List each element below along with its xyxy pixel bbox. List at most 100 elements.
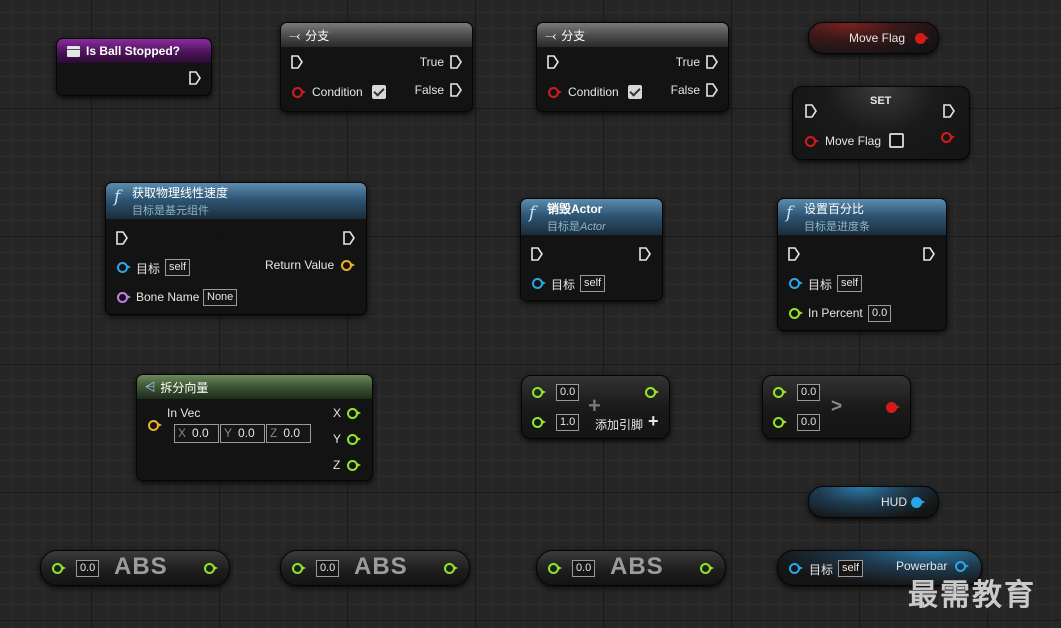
target-value[interactable]: self xyxy=(165,259,191,276)
exec-in-pin[interactable] xyxy=(531,247,543,261)
target-value[interactable]: self xyxy=(837,275,863,292)
break-vector-node[interactable]: ⩤ 拆分向量 In Vec X 0.0 Y 0.0 Z 0.0 X Y Z xyxy=(136,374,373,481)
in-pin[interactable] xyxy=(292,563,306,574)
exec-out-pin[interactable] xyxy=(923,247,935,261)
abs-node-1[interactable]: 0.0 ABS xyxy=(40,550,230,586)
move-flag-checkbox[interactable] xyxy=(889,133,904,148)
get-physics-linear-velocity-node[interactable]: f 获取物理线性速度 目标是基元组件 目标 self Return Value … xyxy=(105,182,367,315)
move-flag-out-pin[interactable] xyxy=(915,33,929,44)
bone-name-label: Bone Name xyxy=(136,290,200,304)
function-icon: f xyxy=(786,203,793,223)
b-value[interactable]: 1.0 xyxy=(556,414,580,431)
in-percent-label: In Percent xyxy=(808,306,863,320)
target-pin[interactable] xyxy=(117,262,131,273)
in-vec-pin[interactable] xyxy=(148,420,162,431)
exec-out-pin[interactable] xyxy=(639,247,651,261)
out-z-pin[interactable] xyxy=(347,460,361,471)
target-value[interactable]: self xyxy=(580,275,606,292)
node-header: ⩤ 拆分向量 xyxy=(137,375,372,399)
condition-checkbox[interactable] xyxy=(372,85,386,99)
target-pin[interactable] xyxy=(789,278,803,289)
greater-operator-icon: > xyxy=(831,396,843,417)
hud-get-node[interactable]: HUD xyxy=(808,486,939,518)
target-pin[interactable] xyxy=(532,278,546,289)
in-pin[interactable] xyxy=(52,563,66,574)
var-label: Move Flag xyxy=(825,134,882,148)
result-pin[interactable] xyxy=(645,387,659,398)
exec-in-pin[interactable] xyxy=(291,55,303,69)
set-percent-node[interactable]: f 设置百分比 目标是进度条 目标 self In Percent 0.0 xyxy=(777,198,947,331)
b-value[interactable]: 0.0 xyxy=(797,414,821,431)
hud-out-pin[interactable] xyxy=(911,497,925,508)
a-value[interactable]: 0.0 xyxy=(797,384,821,401)
exec-in-pin[interactable] xyxy=(116,231,128,245)
return-value-pin[interactable] xyxy=(341,260,355,271)
exec-in-pin[interactable] xyxy=(805,104,817,118)
abs-node-3[interactable]: 0.0 ABS xyxy=(536,550,726,586)
condition-pin[interactable] xyxy=(292,87,306,98)
result-pin[interactable] xyxy=(886,402,900,413)
exec-out-pin[interactable] xyxy=(189,71,201,85)
out-y-pin[interactable] xyxy=(347,434,361,445)
destroy-actor-node[interactable]: f 销毁Actor 目标是Actor 目标 self xyxy=(520,198,663,301)
abs-node-2[interactable]: 0.0 ABS xyxy=(280,550,470,586)
a-value[interactable]: 0.0 xyxy=(556,384,580,401)
in-value[interactable]: 0.0 xyxy=(76,560,100,577)
out-y-label: Y xyxy=(333,432,342,446)
bone-name-pin[interactable] xyxy=(117,292,131,303)
out-pin[interactable] xyxy=(700,563,714,574)
x-field[interactable]: X 0.0 xyxy=(174,424,219,443)
node-header: f 销毁Actor 目标是Actor xyxy=(521,199,662,235)
condition-pin[interactable] xyxy=(548,87,562,98)
bone-name-value[interactable]: None xyxy=(203,289,238,306)
in-pin[interactable] xyxy=(548,563,562,574)
exec-true-pin[interactable] xyxy=(706,55,718,69)
condition-label: Condition xyxy=(312,85,363,99)
a-pin[interactable] xyxy=(773,387,787,398)
exec-in-pin[interactable] xyxy=(788,247,800,261)
node-title: 销毁Actor xyxy=(547,202,603,216)
exec-true-pin[interactable] xyxy=(450,55,462,69)
branch-node-1[interactable]: ⤙ 分支 True Condition False xyxy=(280,22,473,112)
target-value[interactable]: self xyxy=(838,560,864,577)
function-icon: f xyxy=(529,203,536,223)
out-pin[interactable] xyxy=(444,563,458,574)
a-pin[interactable] xyxy=(532,387,546,398)
function-icon: f xyxy=(114,187,121,207)
exec-out-pin[interactable] xyxy=(943,104,955,118)
greater-node[interactable]: 0.0 0.0 > xyxy=(762,375,911,439)
node-title: 分支 xyxy=(305,28,330,43)
is-ball-stopped-node[interactable]: Is Ball Stopped? xyxy=(56,38,212,96)
exec-out-pin[interactable] xyxy=(343,231,355,245)
true-label: True xyxy=(419,55,444,69)
move-flag-in-pin[interactable] xyxy=(805,136,819,147)
condition-checkbox[interactable] xyxy=(628,85,642,99)
branch-icon: ⤙ xyxy=(289,26,301,43)
b-pin[interactable] xyxy=(532,417,546,428)
exec-in-pin[interactable] xyxy=(547,55,559,69)
watermark: 最需教育 xyxy=(908,579,1036,612)
move-flag-out-pin[interactable] xyxy=(941,132,955,143)
add-pin-label[interactable]: 添加引脚 xyxy=(595,416,643,433)
in-percent-pin[interactable] xyxy=(789,308,803,319)
target-pin[interactable] xyxy=(789,563,803,574)
add-pin-icon[interactable]: + xyxy=(648,411,659,432)
move-flag-get-node[interactable]: Move Flag xyxy=(808,22,939,54)
node-header: f 获取物理线性速度 目标是基元组件 xyxy=(106,183,366,219)
in-value[interactable]: 0.0 xyxy=(572,560,596,577)
add-float-node[interactable]: 0.0 1.0 + 添加引脚 + xyxy=(521,375,670,439)
exec-false-pin[interactable] xyxy=(450,83,462,97)
z-field[interactable]: Z 0.0 xyxy=(266,424,311,443)
in-value[interactable]: 0.0 xyxy=(316,560,340,577)
branch-node-2[interactable]: ⤙ 分支 True Condition False xyxy=(536,22,729,112)
b-pin[interactable] xyxy=(773,417,787,428)
target-label: 目标 xyxy=(808,278,833,292)
y-field[interactable]: Y 0.0 xyxy=(220,424,265,443)
out-x-pin[interactable] xyxy=(347,408,361,419)
set-move-flag-node[interactable]: SET Move Flag xyxy=(792,86,970,160)
in-percent-value[interactable]: 0.0 xyxy=(868,305,892,322)
node-header: f 设置百分比 目标是进度条 xyxy=(778,199,946,235)
exec-false-pin[interactable] xyxy=(706,83,718,97)
out-pin[interactable] xyxy=(204,563,218,574)
node-subtitle: 目标是Actor xyxy=(547,221,606,233)
